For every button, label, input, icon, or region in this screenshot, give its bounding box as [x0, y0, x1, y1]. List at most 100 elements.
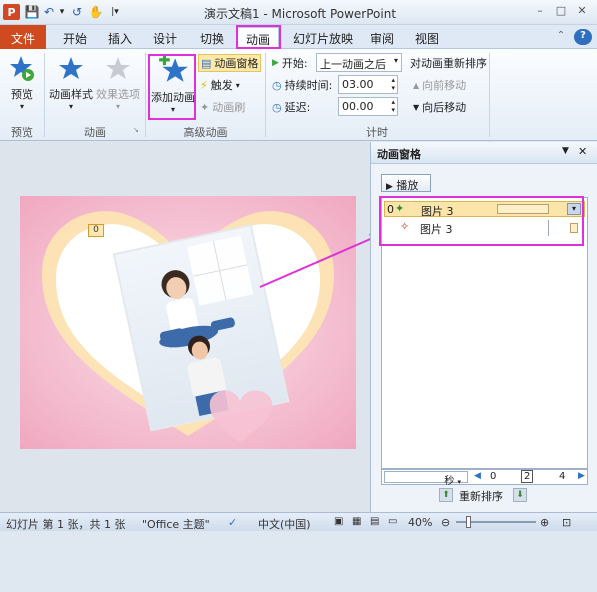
- timeline-scroll-right-icon[interactable]: ▶: [578, 471, 585, 481]
- animation-styles-dropdown-icon: ▾: [68, 102, 73, 111]
- timeline-scroll-left-icon[interactable]: ◀: [474, 471, 481, 481]
- animation-pane-button[interactable]: ▤ 动画窗格: [198, 54, 262, 72]
- slide-sorter-icon[interactable]: ▦: [352, 516, 361, 527]
- timeline-bar[interactable]: [497, 204, 549, 214]
- animation-list[interactable]: 0 ✦ 图片 3 ▾ ✧ 图片 3: [381, 197, 588, 469]
- zoom-slider-thumb[interactable]: [466, 516, 471, 528]
- title-bar: P 💾 ↶ ▾ ↺ ✋ |▾ 演示文稿1 - Microsoft PowerPo…: [0, 0, 597, 25]
- normal-view-icon[interactable]: ▣: [334, 516, 343, 527]
- seconds-label: 秒: [444, 476, 455, 487]
- timeline-tick: 4: [559, 471, 566, 482]
- undo-icon[interactable]: ↶: [42, 4, 56, 20]
- pane-options-dropdown-icon[interactable]: ▼: [562, 146, 569, 156]
- tab-insert[interactable]: 插入: [100, 27, 140, 48]
- delay-value: 00.00: [342, 100, 374, 113]
- play-button[interactable]: ▶ 播放: [381, 174, 431, 192]
- animation-styles-button[interactable]: 动画样式 ▾: [48, 55, 94, 111]
- preview-group-label: 预览: [11, 126, 33, 139]
- animation-list-item[interactable]: ✧ 图片 3: [384, 220, 585, 236]
- animation-dialog-launcher-icon[interactable]: ↘: [133, 126, 139, 134]
- undo-dropdown-icon[interactable]: ▾: [57, 4, 67, 20]
- minimize-button[interactable]: –: [532, 4, 548, 19]
- play-icon: ▶: [386, 182, 393, 192]
- tab-design[interactable]: 设计: [145, 27, 185, 48]
- effect-options-button[interactable]: 效果选项 ▾: [95, 55, 141, 111]
- spell-check-icon[interactable]: ✓: [228, 516, 237, 529]
- move-earlier-icon: ▲: [413, 80, 420, 90]
- animation-pane-icon: ▤: [201, 56, 212, 70]
- animation-painter-icon: ✦: [200, 100, 210, 114]
- delay-label-text: 延迟:: [284, 101, 311, 114]
- add-animation-star-icon: [159, 54, 188, 82]
- zoom-level[interactable]: 40%: [408, 516, 432, 529]
- ribbon-collapse-icon[interactable]: ⌃: [554, 27, 568, 48]
- animation-painter-button[interactable]: ✦ 动画刷: [200, 98, 245, 116]
- callout-arrow: [259, 233, 383, 288]
- reorder-up-icon[interactable]: ⬆: [439, 488, 453, 502]
- add-animation-button[interactable]: 添加动画 ▾: [150, 54, 196, 114]
- reading-view-icon[interactable]: ▤: [370, 516, 379, 527]
- move-later-button[interactable]: ▼ 向后移动: [413, 98, 466, 116]
- tab-file[interactable]: 文件: [0, 25, 46, 49]
- item-dropdown-icon[interactable]: ▾: [567, 203, 581, 215]
- zoom-out-icon[interactable]: ⊖: [441, 516, 450, 529]
- start-select-dropdown-icon: ▾: [393, 56, 398, 65]
- duration-input[interactable]: 03.00 ▴ ▾: [338, 75, 398, 94]
- animation-pane-title: 动画窗格: [377, 148, 421, 161]
- language-status[interactable]: 中文(中国): [258, 516, 311, 532]
- pane-close-icon[interactable]: ✕: [578, 145, 587, 158]
- effect-options-dropdown-icon: ▾: [115, 102, 120, 111]
- customize-toolbar-icon[interactable]: |▾: [108, 4, 122, 20]
- zoom-in-icon[interactable]: ⊕: [540, 516, 549, 529]
- tab-view[interactable]: 视图: [407, 27, 447, 48]
- ribbon-animations: 预览 ▾ 预览 动画样式 ▾ 效果选项 ▾ 动画 ↘ 添加动画 ▾ ▤ 动画窗格…: [0, 49, 597, 141]
- duration-clock-icon: ◷: [272, 78, 282, 92]
- preview-button[interactable]: 预览 ▾: [4, 55, 40, 111]
- start-select-value: 上一动画之后: [320, 58, 386, 71]
- start-label-text: 开始:: [281, 57, 308, 70]
- slideshow-view-icon[interactable]: ▭: [388, 516, 397, 527]
- delay-spinner-icon[interactable]: ▴ ▾: [391, 98, 395, 114]
- status-bar: 幻灯片 第 1 张，共 1 张 "Office 主题" ✓ 中文(中国) ▣ ▦…: [0, 512, 597, 531]
- fit-to-window-icon[interactable]: ⊡: [562, 516, 571, 529]
- group-separator: [489, 53, 490, 137]
- timeline-tick: 2: [521, 470, 534, 483]
- preview-dropdown-icon: ▾: [19, 102, 24, 111]
- animation-item-index: 0: [387, 203, 394, 216]
- reorder-animation-title: 对动画重新排序: [410, 57, 487, 70]
- redo-icon[interactable]: ↺: [70, 4, 84, 20]
- trigger-dropdown-icon: ▾: [235, 80, 240, 90]
- powerpoint-app-icon[interactable]: P: [3, 4, 20, 20]
- animation-item-label: 图片 3: [421, 205, 454, 218]
- delay-input[interactable]: 00.00 ▴ ▾: [338, 97, 398, 116]
- slide-count-status: 幻灯片 第 1 张，共 1 张: [6, 518, 126, 531]
- timeline-bar[interactable]: [570, 223, 578, 233]
- trigger-lightning-icon: ⚡: [200, 78, 208, 92]
- tab-transitions[interactable]: 切换: [192, 27, 232, 48]
- reorder-down-icon[interactable]: ⬇: [513, 488, 527, 502]
- touch-mode-icon[interactable]: ✋: [88, 4, 104, 20]
- maximize-button[interactable]: □: [553, 4, 569, 19]
- seconds-dropdown-icon: ▾: [457, 478, 461, 486]
- seconds-dropdown[interactable]: 秒 ▾: [384, 471, 468, 487]
- delay-label: ◷ 延迟:: [272, 98, 310, 116]
- tab-review[interactable]: 审阅: [362, 27, 402, 48]
- theme-status[interactable]: "Office 主题": [142, 516, 210, 532]
- animation-group-label: 动画: [84, 126, 106, 139]
- animation-list-item-selected[interactable]: 0 ✦ 图片 3 ▾: [384, 201, 585, 218]
- move-earlier-button[interactable]: ▲ 向前移动: [413, 76, 466, 94]
- trigger-button[interactable]: ⚡ 触发 ▾: [200, 76, 240, 94]
- close-button[interactable]: ✕: [574, 4, 590, 19]
- group-separator: [145, 53, 146, 137]
- tab-slideshow[interactable]: 幻灯片放映: [288, 27, 358, 48]
- help-icon[interactable]: ?: [574, 29, 592, 45]
- tab-home[interactable]: 开始: [55, 27, 95, 48]
- start-label: ▶ 开始:: [272, 54, 308, 72]
- move-later-icon: ▼: [413, 102, 420, 112]
- slide-editing-area[interactable]: 0: [0, 142, 370, 512]
- save-icon[interactable]: 💾: [24, 4, 40, 20]
- tab-animations[interactable]: 动画: [237, 27, 279, 48]
- animation-order-badge[interactable]: 0: [88, 224, 104, 237]
- duration-spinner-icon[interactable]: ▴ ▾: [391, 76, 395, 92]
- start-select[interactable]: 上一动画之后 ▾: [316, 53, 402, 72]
